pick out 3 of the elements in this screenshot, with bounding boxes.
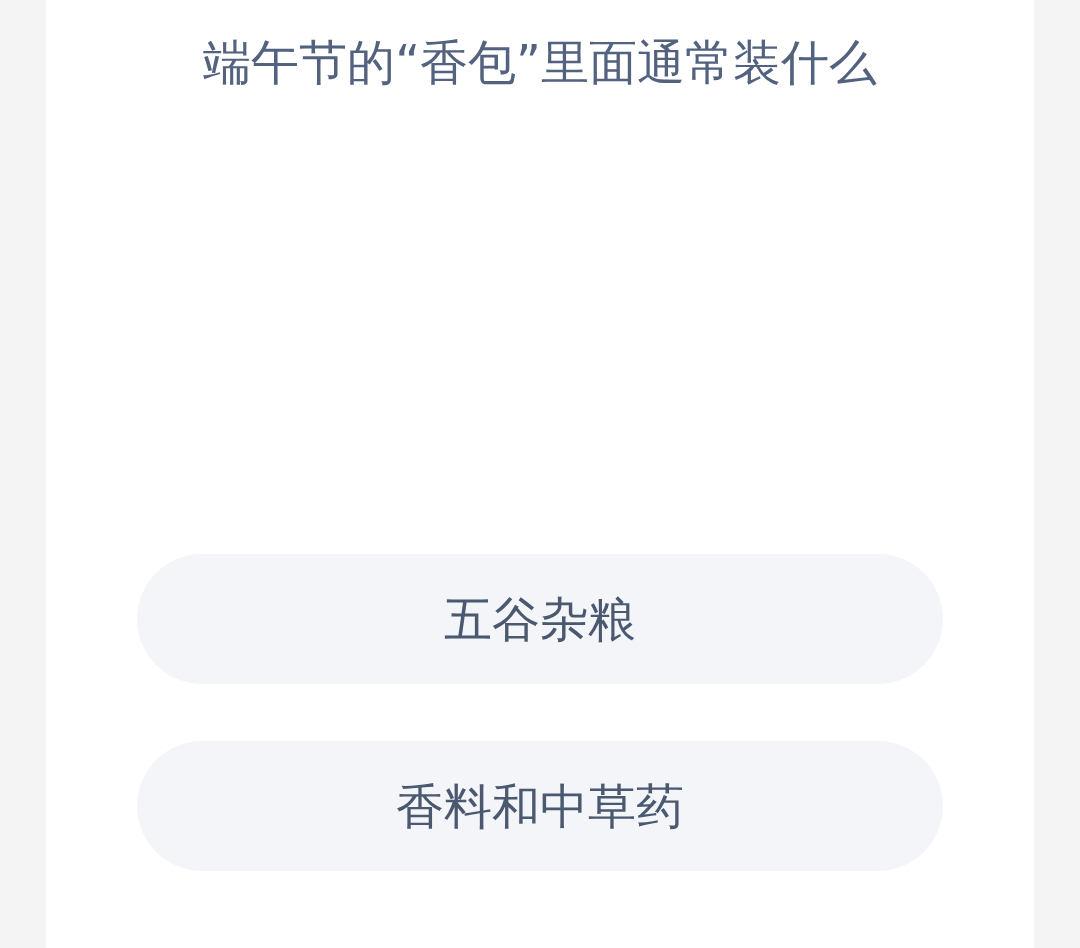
answer-option[interactable]: 香料和中草药: [137, 741, 943, 871]
question-text: 端午节的“香包”里面通常装什么: [203, 33, 877, 86]
answer-option[interactable]: 五谷杂粮: [137, 554, 943, 684]
